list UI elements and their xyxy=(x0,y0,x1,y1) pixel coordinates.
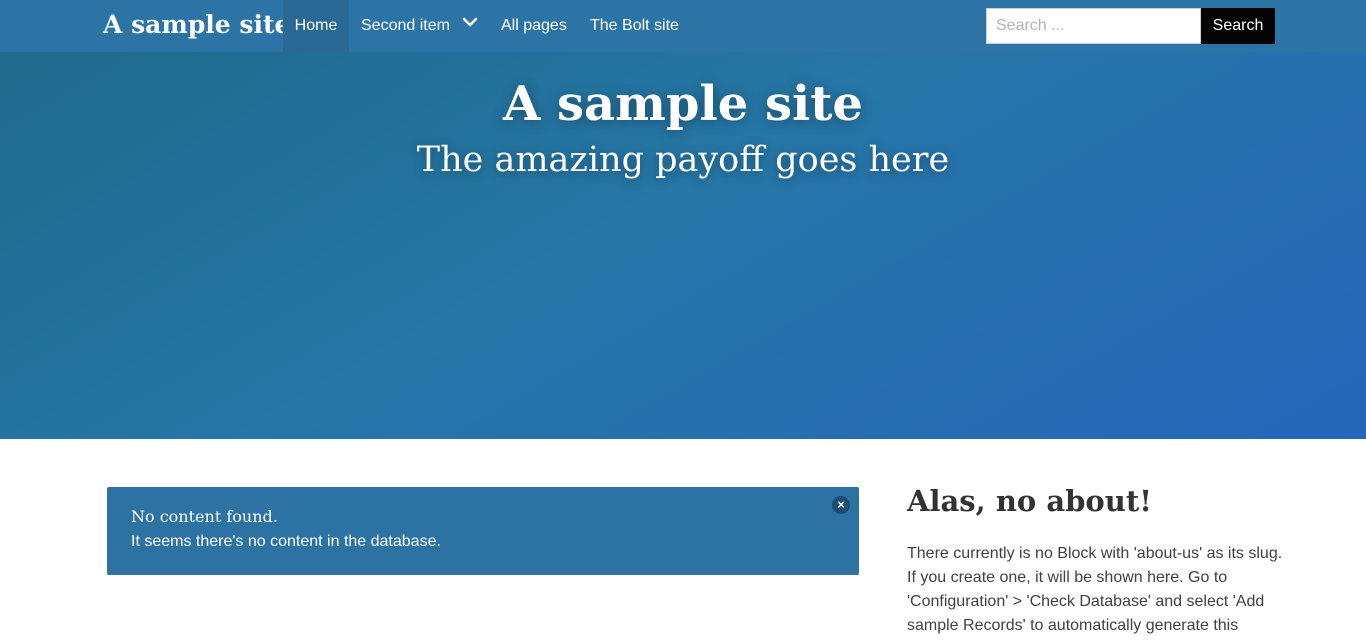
close-icon[interactable]: × xyxy=(832,496,850,514)
search-button[interactable]: Search xyxy=(1201,8,1275,44)
alert-title: No content found. xyxy=(131,507,278,526)
no-content-alert: No content found. It seems there's no co… xyxy=(107,487,859,575)
nav-item-home[interactable]: Home xyxy=(283,0,349,52)
top-navbar: A sample site Home Second item All pages… xyxy=(0,0,1366,52)
nav-item-bolt-site[interactable]: The Bolt site xyxy=(590,0,679,52)
nav-item-label: The Bolt site xyxy=(590,17,679,34)
hero-title: A sample site xyxy=(503,76,863,132)
about-heading: Alas, no about! xyxy=(907,484,1152,518)
site-brand-link[interactable]: A sample site xyxy=(103,8,290,42)
nav-item-label: Second item xyxy=(361,17,450,34)
chevron-down-icon xyxy=(462,0,478,50)
nav-item-label: All pages xyxy=(501,17,567,34)
hero-banner: A sample site The amazing payoff goes he… xyxy=(0,52,1366,439)
nav-item-label: Home xyxy=(294,17,338,34)
alert-message: It seems there's no content in the datab… xyxy=(131,533,441,550)
nav-item-all-pages[interactable]: All pages xyxy=(501,0,567,52)
nav-item-second-item[interactable]: Second item xyxy=(361,0,478,52)
about-paragraph: There currently is no Block with 'about-… xyxy=(907,545,1283,634)
hero-subtitle: The amazing payoff goes here xyxy=(416,140,950,180)
search-input[interactable] xyxy=(986,8,1201,44)
